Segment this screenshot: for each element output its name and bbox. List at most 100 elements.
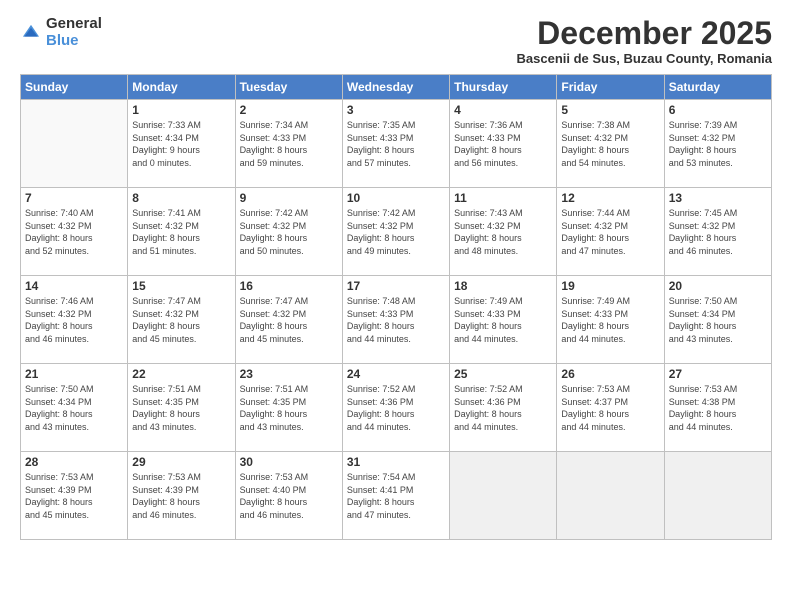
day-number: 17	[347, 279, 445, 293]
table-row: 24 Sunrise: 7:52 AMSunset: 4:36 PMDayligh…	[342, 364, 449, 452]
day-number: 30	[240, 455, 338, 469]
day-info: Sunrise: 7:52 AMSunset: 4:36 PMDaylight:…	[454, 383, 552, 433]
day-number: 24	[347, 367, 445, 381]
day-info: Sunrise: 7:36 AMSunset: 4:33 PMDaylight:…	[454, 119, 552, 169]
day-info: Sunrise: 7:49 AMSunset: 4:33 PMDaylight:…	[454, 295, 552, 345]
title-block: December 2025 Bascenii de Sus, Buzau Cou…	[517, 16, 772, 66]
table-row	[450, 452, 557, 540]
table-row: 9 Sunrise: 7:42 AMSunset: 4:32 PMDaylight…	[235, 188, 342, 276]
day-info: Sunrise: 7:52 AMSunset: 4:36 PMDaylight:…	[347, 383, 445, 433]
calendar-week-row: 1 Sunrise: 7:33 AMSunset: 4:34 PMDaylight…	[21, 100, 772, 188]
logo-blue-text: Blue	[46, 33, 102, 50]
table-row: 30 Sunrise: 7:53 AMSunset: 4:40 PMDayligh…	[235, 452, 342, 540]
day-number: 9	[240, 191, 338, 205]
day-number: 31	[347, 455, 445, 469]
day-info: Sunrise: 7:45 AMSunset: 4:32 PMDaylight:…	[669, 207, 767, 257]
table-row: 2 Sunrise: 7:34 AMSunset: 4:33 PMDaylight…	[235, 100, 342, 188]
table-row: 12 Sunrise: 7:44 AMSunset: 4:32 PMDayligh…	[557, 188, 664, 276]
col-wednesday: Wednesday	[342, 75, 449, 100]
day-info: Sunrise: 7:53 AMSunset: 4:39 PMDaylight:…	[132, 471, 230, 521]
table-row: 14Sunrise: 7:46 AMSunset: 4:32 PMDayligh…	[21, 276, 128, 364]
day-info: Sunrise: 7:54 AMSunset: 4:41 PMDaylight:…	[347, 471, 445, 521]
table-row: 18 Sunrise: 7:49 AMSunset: 4:33 PMDayligh…	[450, 276, 557, 364]
table-row: 3Sunrise: 7:35 AMSunset: 4:33 PMDaylight…	[342, 100, 449, 188]
day-info: Sunrise: 7:50 AMSunset: 4:34 PMDaylight:…	[669, 295, 767, 345]
table-row: 1 Sunrise: 7:33 AMSunset: 4:34 PMDaylight…	[128, 100, 235, 188]
day-number: 12	[561, 191, 659, 205]
day-number: 2	[240, 103, 338, 117]
day-info: Sunrise: 7:43 AMSunset: 4:32 PMDaylight:…	[454, 207, 552, 257]
table-row: 19Sunrise: 7:49 AMSunset: 4:33 PMDayligh…	[557, 276, 664, 364]
table-row: 20 Sunrise: 7:50 AMSunset: 4:34 PMDayligh…	[664, 276, 771, 364]
table-row	[557, 452, 664, 540]
table-row: 13 Sunrise: 7:45 AMSunset: 4:32 PMDayligh…	[664, 188, 771, 276]
day-number: 8	[132, 191, 230, 205]
day-number: 15	[132, 279, 230, 293]
logo-icon	[20, 22, 42, 44]
day-number: 4	[454, 103, 552, 117]
calendar-week-row: 14Sunrise: 7:46 AMSunset: 4:32 PMDayligh…	[21, 276, 772, 364]
page: General Blue December 2025 Bascenii de S…	[0, 0, 792, 612]
day-info: Sunrise: 7:34 AMSunset: 4:33 PMDaylight:…	[240, 119, 338, 169]
day-number: 10	[347, 191, 445, 205]
day-info: Sunrise: 7:40 AMSunset: 4:32 PMDaylight:…	[25, 207, 123, 257]
table-row	[21, 100, 128, 188]
table-row: 17 Sunrise: 7:48 AMSunset: 4:33 PMDayligh…	[342, 276, 449, 364]
calendar-table: Sunday Monday Tuesday Wednesday Thursday…	[20, 74, 772, 540]
table-row: 5Sunrise: 7:38 AMSunset: 4:32 PMDaylight…	[557, 100, 664, 188]
table-row: 15Sunrise: 7:47 AMSunset: 4:32 PMDayligh…	[128, 276, 235, 364]
calendar-header-row: Sunday Monday Tuesday Wednesday Thursday…	[21, 75, 772, 100]
day-info: Sunrise: 7:44 AMSunset: 4:32 PMDaylight:…	[561, 207, 659, 257]
day-info: Sunrise: 7:53 AMSunset: 4:38 PMDaylight:…	[669, 383, 767, 433]
day-info: Sunrise: 7:39 AMSunset: 4:32 PMDaylight:…	[669, 119, 767, 169]
day-info: Sunrise: 7:51 AMSunset: 4:35 PMDaylight:…	[132, 383, 230, 433]
col-monday: Monday	[128, 75, 235, 100]
day-info: Sunrise: 7:53 AMSunset: 4:37 PMDaylight:…	[561, 383, 659, 433]
col-saturday: Saturday	[664, 75, 771, 100]
col-sunday: Sunday	[21, 75, 128, 100]
day-number: 21	[25, 367, 123, 381]
day-number: 20	[669, 279, 767, 293]
table-row: 11Sunrise: 7:43 AMSunset: 4:32 PMDayligh…	[450, 188, 557, 276]
day-number: 25	[454, 367, 552, 381]
day-info: Sunrise: 7:53 AMSunset: 4:40 PMDaylight:…	[240, 471, 338, 521]
calendar-week-row: 7Sunrise: 7:40 AMSunset: 4:32 PMDaylight…	[21, 188, 772, 276]
day-info: Sunrise: 7:35 AMSunset: 4:33 PMDaylight:…	[347, 119, 445, 169]
table-row: 10 Sunrise: 7:42 AMSunset: 4:32 PMDayligh…	[342, 188, 449, 276]
table-row: 25 Sunrise: 7:52 AMSunset: 4:36 PMDayligh…	[450, 364, 557, 452]
table-row: 23 Sunrise: 7:51 AMSunset: 4:35 PMDayligh…	[235, 364, 342, 452]
day-number: 16	[240, 279, 338, 293]
col-tuesday: Tuesday	[235, 75, 342, 100]
day-info: Sunrise: 7:46 AMSunset: 4:32 PMDaylight:…	[25, 295, 123, 345]
col-friday: Friday	[557, 75, 664, 100]
day-number: 27	[669, 367, 767, 381]
location-subtitle: Bascenii de Sus, Buzau County, Romania	[517, 51, 772, 66]
day-number: 13	[669, 191, 767, 205]
day-number: 1	[132, 103, 230, 117]
day-info: Sunrise: 7:38 AMSunset: 4:32 PMDaylight:…	[561, 119, 659, 169]
day-info: Sunrise: 7:42 AMSunset: 4:32 PMDaylight:…	[240, 207, 338, 257]
day-number: 6	[669, 103, 767, 117]
day-info: Sunrise: 7:48 AMSunset: 4:33 PMDaylight:…	[347, 295, 445, 345]
day-number: 26	[561, 367, 659, 381]
day-info: Sunrise: 7:53 AMSunset: 4:39 PMDaylight:…	[25, 471, 123, 521]
day-info: Sunrise: 7:51 AMSunset: 4:35 PMDaylight:…	[240, 383, 338, 433]
table-row: 29Sunrise: 7:53 AMSunset: 4:39 PMDayligh…	[128, 452, 235, 540]
table-row: 22Sunrise: 7:51 AMSunset: 4:35 PMDayligh…	[128, 364, 235, 452]
logo: General Blue	[20, 16, 102, 49]
day-info: Sunrise: 7:42 AMSunset: 4:32 PMDaylight:…	[347, 207, 445, 257]
day-number: 23	[240, 367, 338, 381]
col-thursday: Thursday	[450, 75, 557, 100]
table-row: 8 Sunrise: 7:41 AMSunset: 4:32 PMDaylight…	[128, 188, 235, 276]
day-number: 18	[454, 279, 552, 293]
day-number: 28	[25, 455, 123, 469]
logo-general-text: General	[46, 16, 102, 33]
table-row: 7Sunrise: 7:40 AMSunset: 4:32 PMDaylight…	[21, 188, 128, 276]
day-info: Sunrise: 7:50 AMSunset: 4:34 PMDaylight:…	[25, 383, 123, 433]
day-info: Sunrise: 7:41 AMSunset: 4:32 PMDaylight:…	[132, 207, 230, 257]
table-row	[664, 452, 771, 540]
table-row: 4 Sunrise: 7:36 AMSunset: 4:33 PMDaylight…	[450, 100, 557, 188]
calendar-week-row: 21 Sunrise: 7:50 AMSunset: 4:34 PMDayligh…	[21, 364, 772, 452]
day-info: Sunrise: 7:33 AMSunset: 4:34 PMDaylight:…	[132, 119, 230, 169]
day-info: Sunrise: 7:47 AMSunset: 4:32 PMDaylight:…	[240, 295, 338, 345]
